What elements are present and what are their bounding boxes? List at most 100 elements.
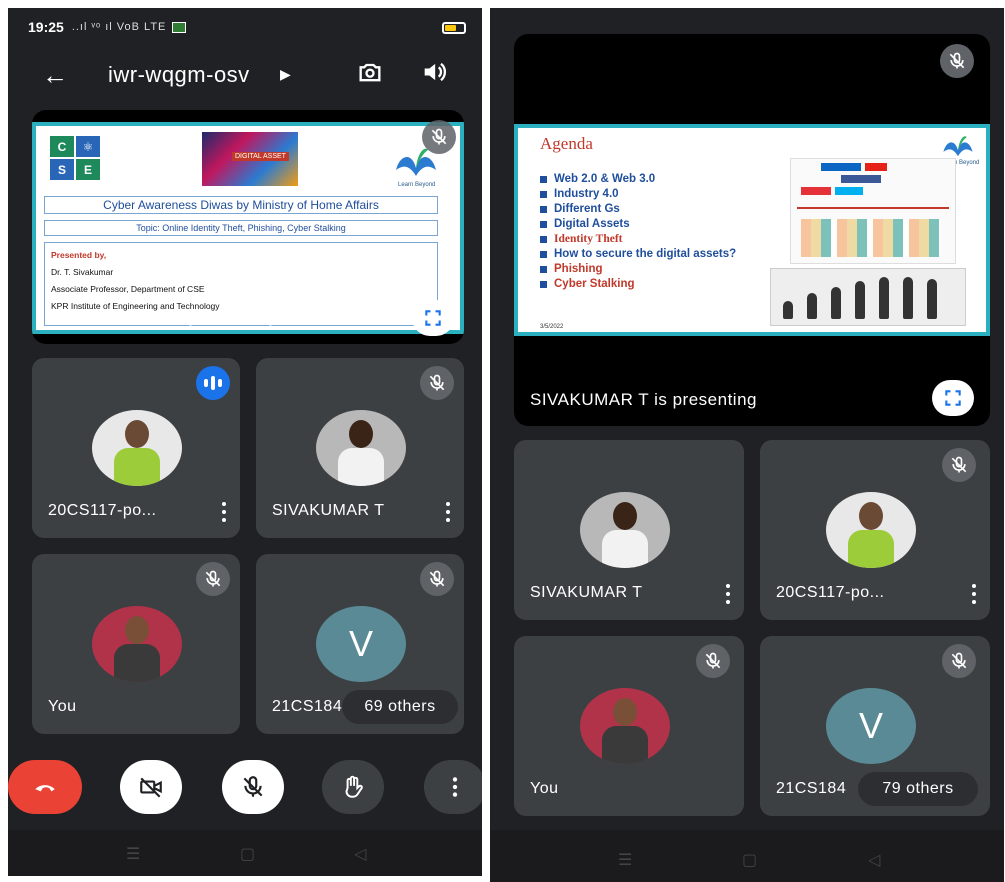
presenting-label: SIVAKUMAR T is presenting xyxy=(46,310,273,329)
speaking-indicator-icon xyxy=(196,366,230,400)
evolution-figure xyxy=(879,277,889,319)
avatar xyxy=(92,410,182,486)
participant-tile[interactable]: V 21CS184 79 others xyxy=(760,636,990,816)
speaker-icon[interactable] xyxy=(420,58,448,86)
youtube-logo xyxy=(865,163,887,171)
presenter-mic-off-icon xyxy=(940,44,974,78)
mic-toggle-button[interactable] xyxy=(222,760,284,814)
cse-logo-s: S xyxy=(50,159,74,180)
apps-icons-grid xyxy=(801,219,941,257)
more-options-icon[interactable] xyxy=(726,584,730,604)
hand-icon xyxy=(345,775,363,798)
ebay-logo xyxy=(801,187,831,195)
phone-hangup-icon xyxy=(35,785,55,792)
participant-name: 21CS184 xyxy=(776,780,847,797)
more-options-button[interactable] xyxy=(424,760,482,814)
evolution-figure xyxy=(807,293,817,319)
participant-name: 20CS117-po... xyxy=(776,584,885,601)
letter-avatar: V xyxy=(316,606,406,682)
presenter-mic-off-icon xyxy=(422,120,456,154)
nav-bar-top-edge xyxy=(490,830,1004,838)
avatar xyxy=(580,492,670,568)
back-nav-icon[interactable]: ◁ xyxy=(354,844,366,864)
letter-avatar: V xyxy=(826,688,916,764)
mic-off-icon xyxy=(420,366,454,400)
presenter-role: Associate Professor, Department of CSE xyxy=(51,284,205,294)
more-options-icon[interactable] xyxy=(972,584,976,604)
others-count-chip[interactable]: 69 others xyxy=(342,690,458,724)
cse-logo-atom: ⚛ xyxy=(76,136,100,157)
timeline-line xyxy=(797,207,949,209)
evolution-figure xyxy=(927,279,937,319)
mic-off-icon xyxy=(243,776,263,797)
evolution-figure xyxy=(855,281,865,319)
agenda-item: Identity Theft xyxy=(540,232,736,247)
human-evolution-image xyxy=(770,268,966,326)
presentation-tile[interactable]: Agenda Learn Beyond Web 2.0 & Web 3.0 In… xyxy=(514,34,990,426)
fullscreen-button[interactable] xyxy=(932,380,974,416)
cse-logo: C ⚛ S E xyxy=(50,136,100,180)
caret-right-icon[interactable]: ▶ xyxy=(280,66,291,83)
camera-toggle-button[interactable] xyxy=(120,760,182,814)
raise-hand-button[interactable] xyxy=(322,760,384,814)
switch-camera-icon[interactable] xyxy=(356,58,384,86)
back-arrow-icon[interactable]: ← xyxy=(42,60,68,91)
right-phone-screen: Agenda Learn Beyond Web 2.0 & Web 3.0 In… xyxy=(490,8,1004,838)
participant-tile[interactable]: SIVAKUMAR T xyxy=(514,440,744,620)
agenda-item: How to secure the digital assets? xyxy=(540,247,736,262)
home-nav-icon[interactable]: ▢ xyxy=(742,850,757,870)
presentation-tile[interactable]: C ⚛ S E DIGITAL ASSET Learn Beyond Cyber… xyxy=(32,110,464,344)
skype-logo xyxy=(835,187,863,195)
learn-beyond-text: Learn Beyond xyxy=(398,182,436,188)
camera-off-icon xyxy=(140,777,162,798)
agenda-item: Different Gs xyxy=(540,202,736,217)
participant-name: 21CS184 xyxy=(272,698,343,715)
home-nav-icon[interactable]: ▢ xyxy=(240,844,255,864)
participant-tile[interactable]: 20CS117-po... xyxy=(760,440,990,620)
others-count-chip[interactable]: 79 others xyxy=(858,772,978,806)
more-options-icon[interactable] xyxy=(222,502,226,522)
fullscreen-icon xyxy=(945,390,961,406)
participant-name: 20CS117-po... xyxy=(48,502,157,519)
menu-nav-icon[interactable]: ☰ xyxy=(618,850,632,870)
cse-logo-e: E xyxy=(76,159,100,180)
agenda-item: Digital Assets xyxy=(540,217,736,232)
meeting-top-bar: ← iwr-wqgm-osv ▶ xyxy=(8,46,482,102)
android-nav-bar: ☰ ▢ ◁ xyxy=(490,838,1004,882)
evolution-figure xyxy=(831,287,841,319)
meeting-code[interactable]: iwr-wqgm-osv xyxy=(108,62,250,88)
linkedin-logo xyxy=(821,163,861,171)
evolution-figure xyxy=(903,277,913,319)
digital-asset-label: DIGITAL ASSET xyxy=(232,152,289,161)
more-options-icon[interactable] xyxy=(446,502,450,522)
shared-slide: Agenda Learn Beyond Web 2.0 & Web 3.0 In… xyxy=(514,124,990,336)
fullscreen-button[interactable] xyxy=(412,300,454,336)
mic-off-icon xyxy=(696,644,730,678)
fullscreen-icon xyxy=(425,310,441,326)
participant-name: You xyxy=(530,780,559,797)
web-brands-collage xyxy=(790,158,956,264)
slide-title: Agenda xyxy=(540,134,593,153)
slide-canvas: Agenda Learn Beyond Web 2.0 & Web 3.0 In… xyxy=(518,128,986,332)
avatar xyxy=(580,688,670,764)
participant-tile[interactable]: You xyxy=(32,554,240,734)
participant-tile[interactable]: You xyxy=(514,636,744,816)
facebook-logo xyxy=(841,175,881,183)
hang-up-button[interactable] xyxy=(8,760,82,814)
digital-asset-image: DIGITAL ASSET xyxy=(202,132,298,186)
agenda-item: Web 2.0 & Web 3.0 xyxy=(540,172,736,187)
agenda-list: Web 2.0 & Web 3.0 Industry 4.0 Different… xyxy=(540,172,736,292)
agenda-item: Cyber Stalking xyxy=(540,277,736,292)
presented-by-label: Presented by, xyxy=(51,250,107,260)
participant-tile[interactable]: V 21CS184 69 others xyxy=(256,554,464,734)
participant-name: SIVAKUMAR T xyxy=(272,502,385,519)
slide-topic: Topic: Online Identity Theft, Phishing, … xyxy=(44,220,438,236)
participant-tile[interactable]: SIVAKUMAR T xyxy=(256,358,464,538)
back-nav-icon[interactable]: ◁ xyxy=(868,850,880,870)
participant-tile[interactable]: 20CS117-po... xyxy=(32,358,240,538)
participant-name: SIVAKUMAR T xyxy=(530,584,643,601)
slide-date: 3/5/2022 xyxy=(540,324,564,330)
more-vert-icon xyxy=(452,777,458,797)
mic-off-icon xyxy=(942,644,976,678)
menu-nav-icon[interactable]: ☰ xyxy=(126,844,140,864)
